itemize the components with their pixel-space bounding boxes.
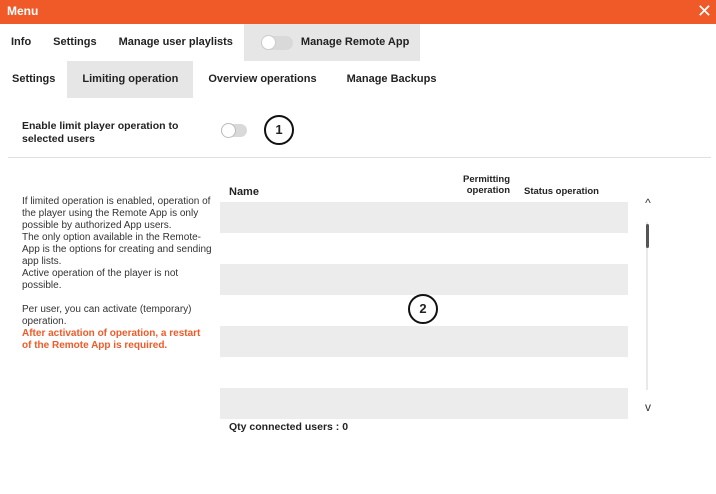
- table-row[interactable]: [220, 264, 628, 295]
- scroll-down-icon[interactable]: v: [641, 400, 655, 414]
- connected-users-count: Qty connected users : 0: [229, 421, 349, 433]
- remote-app-toggle[interactable]: [260, 34, 293, 50]
- table-row[interactable]: [220, 233, 628, 264]
- table-row[interactable]: [220, 326, 628, 357]
- enable-limit-toggle[interactable]: [221, 123, 247, 138]
- tab-settings[interactable]: Settings: [42, 24, 108, 61]
- top-tab-bar: Info Settings Manage user playlists Mana…: [0, 24, 421, 61]
- column-header-permitting: Permitting operation: [463, 174, 510, 196]
- tab-manage-remote-app-label: Manage Remote App: [300, 36, 410, 48]
- section-divider: [8, 157, 711, 158]
- subtab-overview-operations[interactable]: Overview operations: [193, 61, 332, 98]
- subtab-manage-backups[interactable]: Manage Backups: [331, 61, 455, 98]
- callout-marker-1: 1: [264, 115, 294, 145]
- info-text-4: Per user, you can activate (temporary) o…: [22, 304, 192, 327]
- tab-manage-remote-app[interactable]: Manage Remote App: [243, 24, 421, 61]
- table-row[interactable]: [220, 357, 628, 388]
- sub-tab-bar: Settings Limiting operation Overview ope…: [0, 61, 455, 98]
- callout-marker-2: 2: [408, 294, 438, 324]
- table-row[interactable]: [220, 388, 628, 419]
- enable-limit-label: Enable limit player operation to selecte…: [22, 120, 179, 145]
- info-text-1: If limited operation is enabled, operati…: [22, 196, 211, 231]
- scroll-up-icon[interactable]: ^: [641, 196, 655, 210]
- tab-info[interactable]: Info: [0, 24, 43, 61]
- subtab-limiting-operation[interactable]: Limiting operation: [67, 61, 194, 98]
- window-title: Menu: [7, 4, 39, 18]
- close-icon[interactable]: ✕: [697, 1, 712, 21]
- info-spacer: [22, 292, 212, 304]
- column-header-status: Status operation: [524, 186, 599, 197]
- info-panel: If limited operation is enabled, operati…: [22, 196, 212, 352]
- subtab-settings[interactable]: Settings: [0, 61, 68, 98]
- table-row[interactable]: [220, 202, 628, 233]
- scrollbar-thumb[interactable]: [646, 224, 649, 248]
- info-warning: After activation of operation, a restart…: [22, 328, 201, 351]
- tab-manage-user-playlists[interactable]: Manage user playlists: [107, 24, 244, 61]
- info-text-3: Active operation of the player is not po…: [22, 268, 179, 291]
- title-bar: Menu ✕: [0, 0, 716, 24]
- info-text-2: The only option available in the Remote-…: [22, 232, 212, 267]
- column-header-name: Name: [229, 186, 259, 198]
